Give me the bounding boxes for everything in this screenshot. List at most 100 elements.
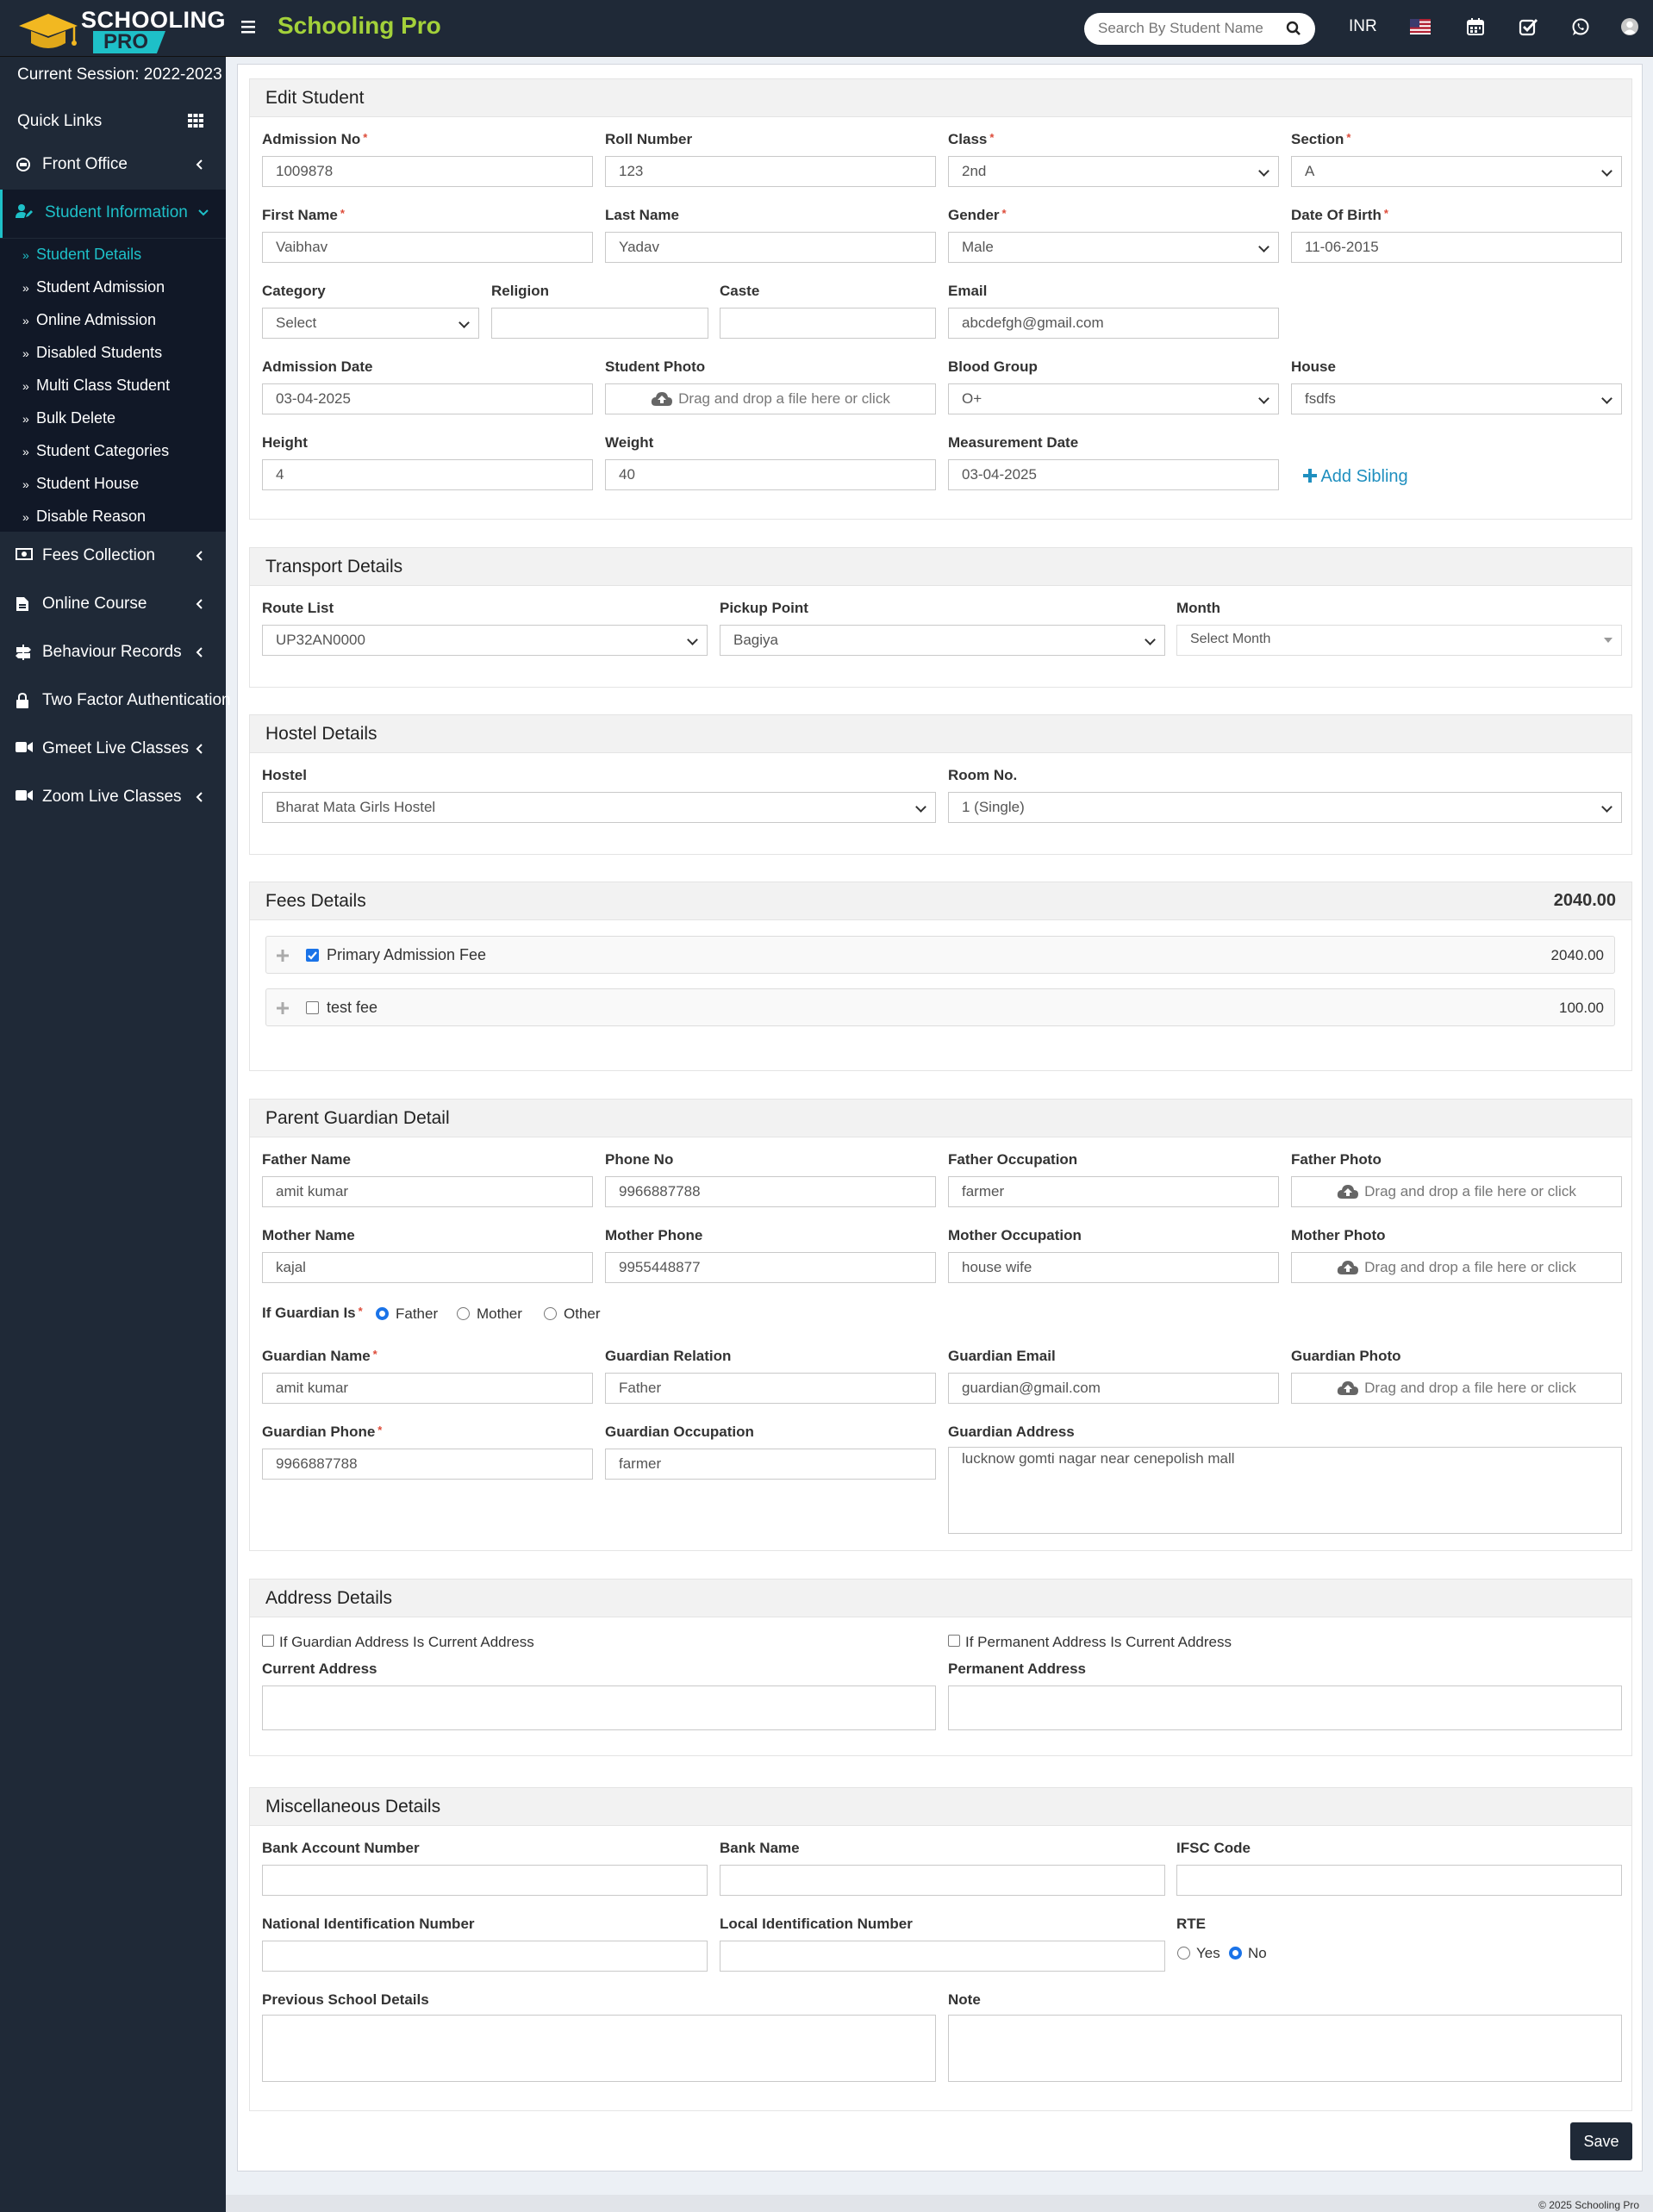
submenu-bulk-delete[interactable]: » Bulk Delete [22, 409, 115, 427]
section-title: Transport Details [250, 548, 1631, 586]
guardian-father-label: Father [396, 1305, 439, 1322]
guardian-address-textarea[interactable]: lucknow gomti nagar near cenepolish mall [948, 1447, 1622, 1534]
nav-zoom-live-classes[interactable]: Zoom Live Classes [0, 776, 226, 820]
rte-no-radio[interactable] [1229, 1947, 1242, 1960]
permanent-address-textarea[interactable] [948, 1685, 1622, 1730]
guardian-occupation-input[interactable]: farmer [605, 1449, 936, 1480]
pickup-point-select[interactable]: Bagiya [720, 625, 1165, 656]
nav-fees-collection[interactable]: Fees Collection [0, 534, 226, 579]
grid-icon[interactable] [188, 114, 203, 128]
height-input[interactable]: 4 [262, 459, 593, 490]
nav-label: Online Course [42, 595, 147, 613]
caste-input[interactable] [720, 308, 936, 339]
house-select[interactable]: fsdfs [1291, 383, 1622, 414]
save-button[interactable]: Save [1570, 2122, 1632, 2160]
month-select[interactable]: Select Month [1176, 625, 1622, 656]
room-no-select[interactable]: 1 (Single) [948, 792, 1622, 823]
caste-label: Caste [720, 283, 760, 299]
religion-input[interactable] [491, 308, 708, 339]
whatsapp-icon[interactable] [1571, 17, 1590, 36]
menu-toggle-icon[interactable] [240, 17, 259, 36]
note-textarea[interactable] [948, 2015, 1622, 2082]
submenu-disable-reason[interactable]: » Disable Reason [22, 508, 146, 526]
blood-group-label: Blood Group [948, 358, 1038, 375]
nav-student-information[interactable]: Student Information [0, 190, 226, 238]
calendar-icon[interactable] [1466, 17, 1485, 36]
nav-front-office[interactable]: Front Office [0, 143, 226, 188]
roll-number-input[interactable]: 123 [605, 156, 936, 187]
rte-yes-radio[interactable] [1177, 1947, 1190, 1960]
submenu-disabled-students[interactable]: » Disabled Students [22, 344, 162, 362]
route-list-select[interactable]: UP32AN0000 [262, 625, 708, 656]
gender-select[interactable]: Male [948, 232, 1279, 263]
search-input[interactable] [1098, 18, 1270, 39]
phone-no-input[interactable]: 9966887788 [605, 1176, 936, 1207]
mother-phone-input[interactable]: 9955448877 [605, 1252, 936, 1283]
father-occupation-input[interactable]: farmer [948, 1176, 1279, 1207]
weight-input[interactable]: 40 [605, 459, 936, 490]
student-photo-dropzone[interactable]: Drag and drop a file here or click [605, 383, 936, 414]
logo[interactable]: SCHOOLING PRO [16, 5, 226, 53]
submenu-student-house[interactable]: » Student House [22, 475, 139, 493]
guardian-father-radio[interactable] [376, 1307, 389, 1320]
permanent-current-address-checkbox[interactable] [948, 1635, 960, 1647]
submenu-student-details[interactable]: » Student Details [22, 246, 141, 264]
national-id-input[interactable] [262, 1941, 708, 1972]
user-edit-icon [16, 204, 33, 218]
guardian-relation-input[interactable]: Father [605, 1373, 936, 1404]
us-flag-icon[interactable] [1410, 19, 1431, 34]
search-icon[interactable] [1286, 21, 1301, 36]
currency-selector[interactable]: INR [1349, 17, 1377, 36]
fee-checkbox[interactable] [306, 1001, 319, 1014]
hostel-select[interactable]: Bharat Mata Girls Hostel [262, 792, 936, 823]
father-photo-dropzone[interactable]: Drag and drop a file here or click [1291, 1176, 1622, 1207]
guardian-email-input[interactable]: guardian@gmail.com [948, 1373, 1279, 1404]
ifsc-code-input[interactable] [1176, 1865, 1622, 1896]
dob-input[interactable]: 11-06-2015 [1291, 232, 1622, 263]
expand-plus-icon[interactable] [277, 1002, 289, 1014]
nav-behaviour-records[interactable]: Behaviour Records [0, 631, 226, 676]
submenu-student-admission[interactable]: » Student Admission [22, 278, 165, 296]
current-address-textarea[interactable] [262, 1685, 936, 1730]
class-select[interactable]: 2nd [948, 156, 1279, 187]
first-name-input[interactable]: Vaibhav [262, 232, 593, 263]
nav-gmeet-live-classes[interactable]: Gmeet Live Classes [0, 727, 226, 772]
local-id-input[interactable] [720, 1941, 1165, 1972]
bank-name-input[interactable] [720, 1865, 1165, 1896]
last-name-input[interactable]: Yadav [605, 232, 936, 263]
user-avatar-icon[interactable] [1620, 17, 1639, 36]
add-sibling-button[interactable]: Add Sibling [1303, 467, 1408, 487]
father-name-input[interactable]: amit kumar [262, 1176, 593, 1207]
admission-date-input[interactable]: 03-04-2025 [262, 383, 593, 414]
guardian-other-radio[interactable] [544, 1307, 557, 1320]
mother-occupation-input[interactable]: house wife [948, 1252, 1279, 1283]
graduation-cap-icon [19, 14, 78, 48]
guardian-phone-input[interactable]: 9966887788 [262, 1449, 593, 1480]
admission-no-input[interactable]: 1009878 [262, 156, 593, 187]
expand-plus-icon[interactable] [277, 950, 289, 962]
submenu-student-categories[interactable]: » Student Categories [22, 442, 169, 460]
bank-account-input[interactable] [262, 1865, 708, 1896]
category-select[interactable]: Select [262, 308, 479, 339]
guardian-name-input[interactable]: amit kumar [262, 1373, 593, 1404]
blood-group-select[interactable]: O+ [948, 383, 1279, 414]
section-select[interactable]: A [1291, 156, 1622, 187]
measurement-date-input[interactable]: 03-04-2025 [948, 459, 1279, 490]
guardian-photo-dropzone[interactable]: Drag and drop a file here or click [1291, 1373, 1622, 1404]
guardian-current-address-checkbox[interactable] [262, 1635, 274, 1647]
quick-links[interactable]: Quick Links [17, 112, 102, 131]
mother-name-input[interactable]: kajal [262, 1252, 593, 1283]
fee-row: test fee 100.00 [265, 988, 1615, 1026]
submenu-multi-class-student[interactable]: » Multi Class Student [22, 377, 170, 395]
email-input[interactable]: abcdefgh@gmail.com [948, 308, 1279, 339]
submenu-online-admission[interactable]: » Online Admission [22, 311, 156, 329]
nav-online-course[interactable]: Online Course [0, 583, 226, 627]
mother-photo-dropzone[interactable]: Drag and drop a file here or click [1291, 1252, 1622, 1283]
double-chevron-icon: » [22, 314, 29, 327]
previous-school-textarea[interactable] [262, 2015, 936, 2082]
nav-two-factor-authentication[interactable]: Two Factor Authentication [0, 679, 231, 724]
guardian-mother-radio[interactable] [457, 1307, 470, 1320]
task-check-icon[interactable] [1519, 17, 1539, 36]
fee-checkbox[interactable] [306, 949, 319, 962]
document-icon [16, 597, 28, 611]
